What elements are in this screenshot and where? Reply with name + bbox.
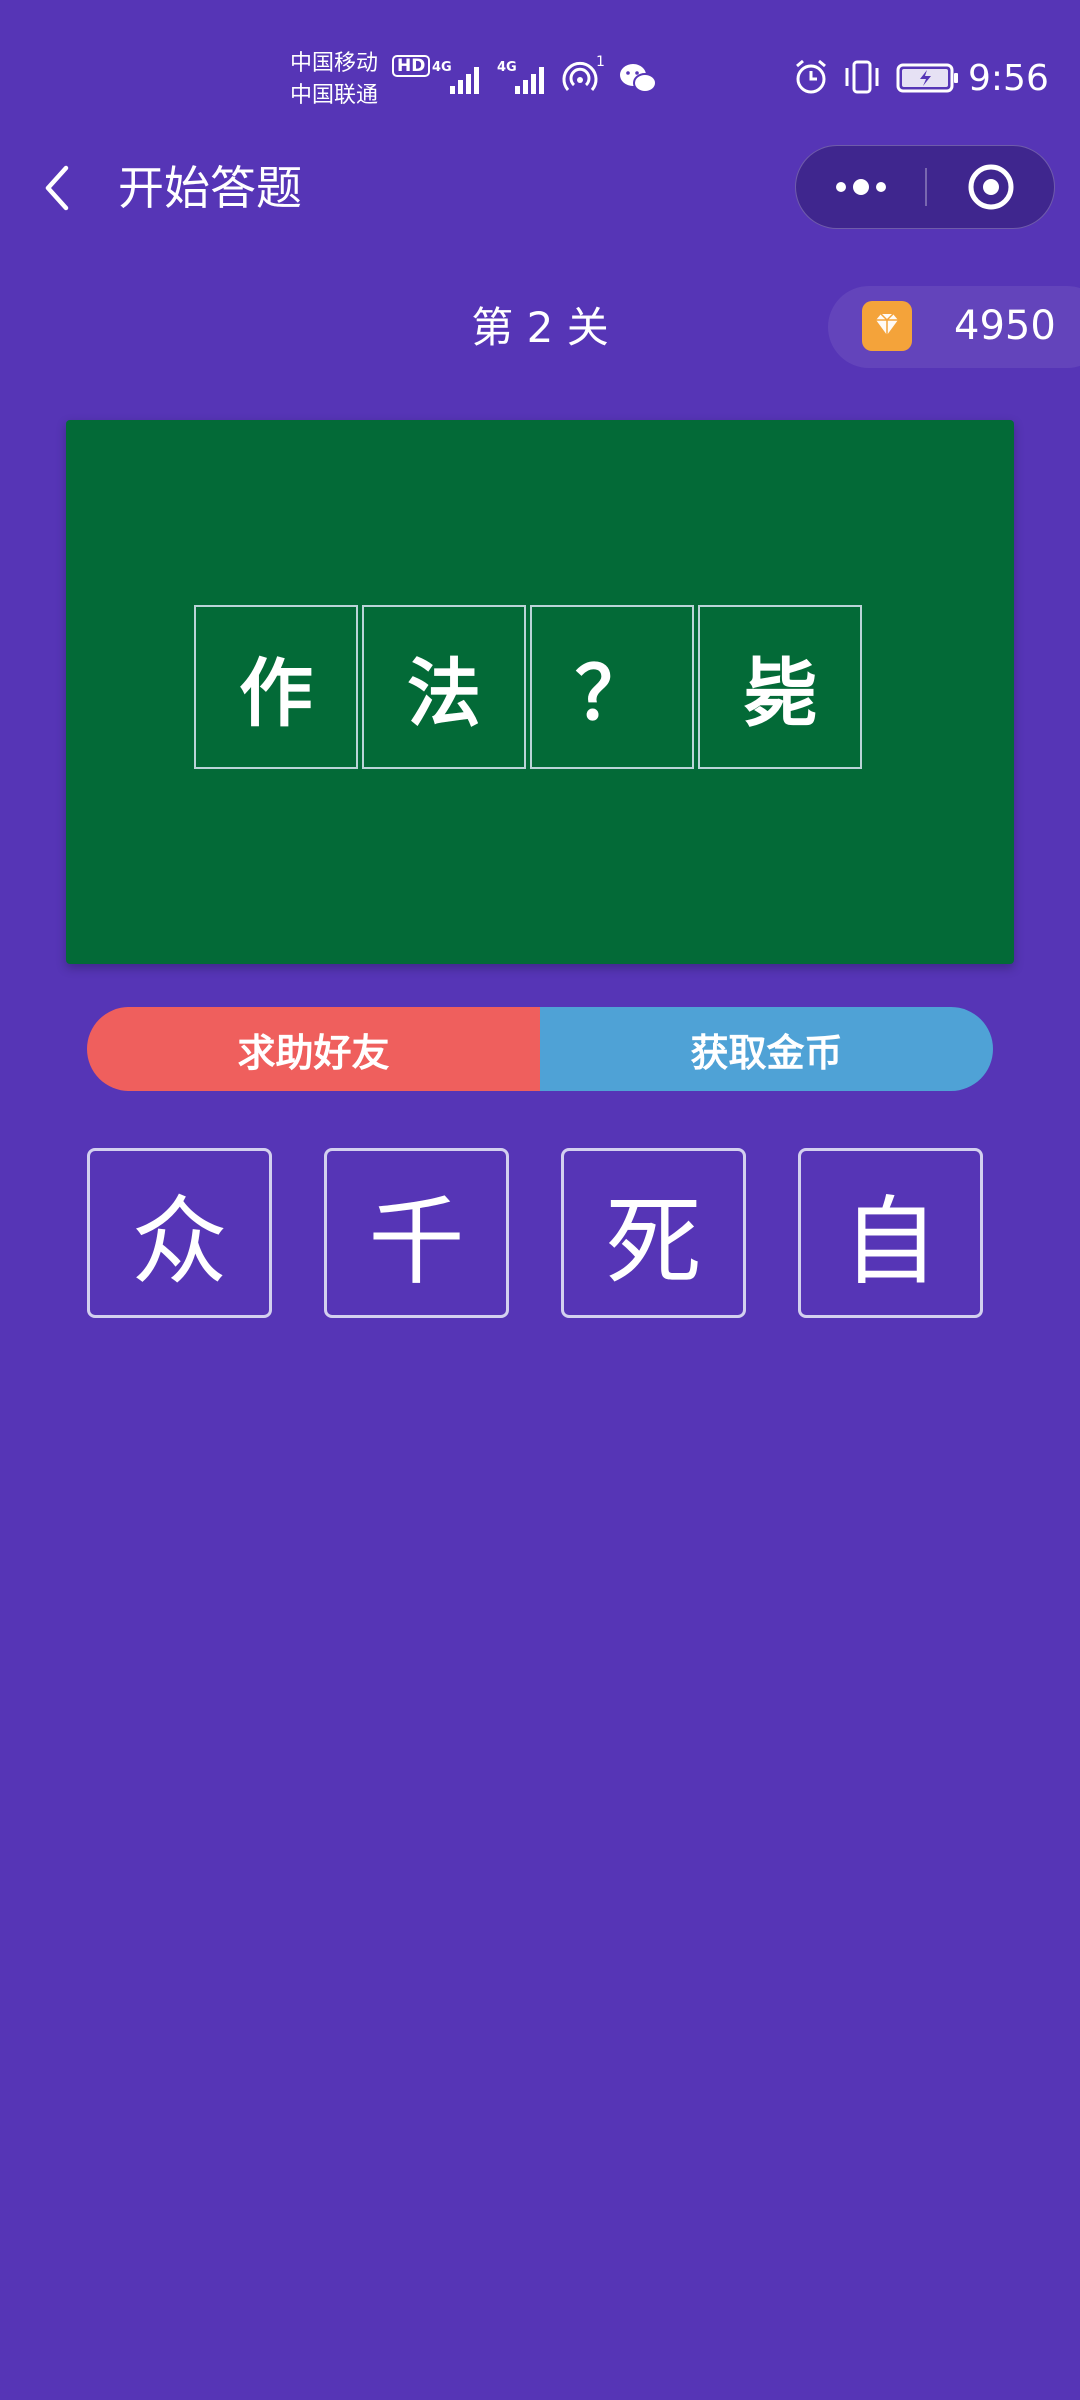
hd-badge: HD (392, 55, 431, 77)
status-time: 9:56 (968, 58, 1049, 99)
idiom-row: 作 法 ？ 毙 (194, 605, 862, 769)
coin-count: 4950 (954, 303, 1056, 349)
option-4[interactable]: 自 (798, 1148, 983, 1318)
page-title: 开始答题 (118, 161, 302, 215)
get-coins-button[interactable]: 获取金币 (540, 1007, 993, 1091)
target-circle-icon (968, 164, 1014, 210)
idiom-cell-1: 作 (194, 605, 358, 769)
idiom-cell-4: 毙 (698, 605, 862, 769)
idiom-cell-blank: ？ (530, 605, 694, 769)
vibrate-icon (842, 58, 882, 96)
option-2[interactable]: 千 (324, 1148, 509, 1318)
hotspot-icon: 1 (562, 54, 605, 96)
signal-icon: 4G (432, 60, 492, 94)
more-dots-icon (836, 179, 886, 195)
carrier-2: 中国联通 (290, 83, 379, 108)
signal-icon-2: 4G (497, 60, 557, 94)
battery-icon (896, 62, 960, 94)
carrier-1: 中国移动 (290, 51, 379, 76)
option-3[interactable]: 死 (561, 1148, 746, 1318)
coin-balance[interactable]: 4950 (828, 286, 1080, 368)
close-mini-program-button[interactable] (927, 146, 1054, 228)
network-type-1: 4G (432, 60, 452, 75)
option-1[interactable]: 众 (87, 1148, 272, 1318)
hotspot-count: 1 (596, 54, 605, 70)
more-button[interactable] (796, 146, 926, 228)
idiom-cell-2: 法 (362, 605, 526, 769)
carrier-info: 中国移动 中国联通 (290, 48, 378, 112)
diamond-icon (862, 301, 912, 351)
chevron-left-icon (45, 165, 69, 211)
ask-friend-button[interactable]: 求助好友 (87, 1007, 540, 1091)
answer-options: 众 千 死 自 (87, 1148, 983, 1318)
question-board: 作 法 ？ 毙 (66, 420, 1014, 964)
network-type-2: 4G (497, 60, 517, 75)
mini-program-capsule (795, 145, 1055, 229)
status-bar: 中国移动 中国联通 HD 4G 4G 1 9:56 (0, 0, 1080, 130)
wechat-icon (618, 62, 658, 96)
back-button[interactable] (38, 160, 78, 216)
action-bar: 求助好友 获取金币 (87, 1007, 993, 1091)
alarm-icon (792, 58, 830, 96)
